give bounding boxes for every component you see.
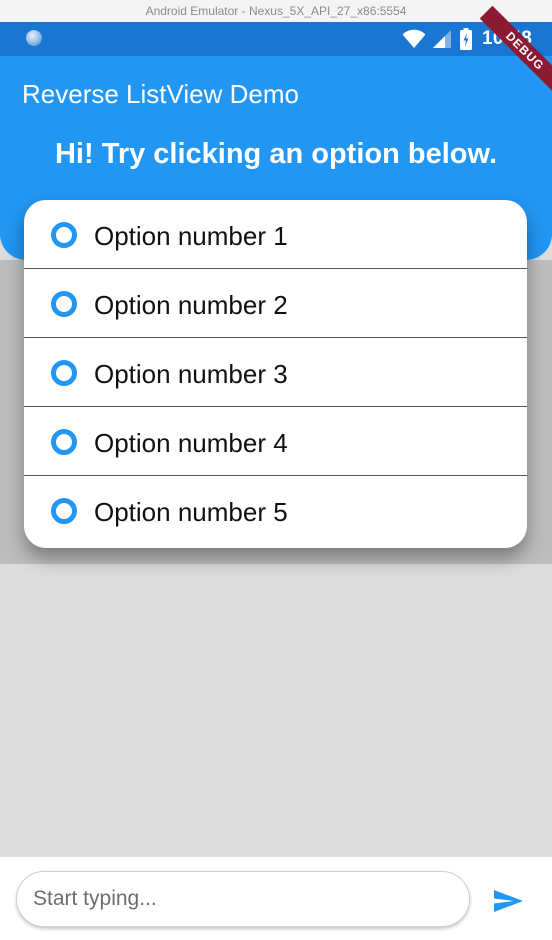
option-label: Option number 3 xyxy=(94,359,288,389)
status-bar: 10:48 xyxy=(0,22,552,56)
message-input[interactable] xyxy=(16,871,470,927)
emulator-title: Android Emulator - Nexus_5X_API_27_x86:5… xyxy=(145,4,407,18)
radio-unchecked-icon[interactable] xyxy=(51,222,77,248)
option-item-4[interactable]: Option number 4 xyxy=(24,407,527,476)
options-list: Option number 1 Option number 2 Option n… xyxy=(24,200,527,548)
option-item-3[interactable]: Option number 3 xyxy=(24,338,527,407)
headline: Hi! Try clicking an option below. xyxy=(54,138,498,170)
radio-unchecked-icon[interactable] xyxy=(51,360,77,386)
battery-icon xyxy=(460,28,472,50)
option-label: Option number 5 xyxy=(94,497,288,527)
emulator-title-bar: Android Emulator - Nexus_5X_API_27_x86:5… xyxy=(0,0,552,23)
radio-unchecked-icon[interactable] xyxy=(51,498,77,524)
send-button[interactable] xyxy=(488,881,528,921)
notification-dot-icon xyxy=(26,30,42,46)
radio-unchecked-icon[interactable] xyxy=(51,429,77,455)
option-label: Option number 4 xyxy=(94,428,288,458)
emulator-window: Android Emulator - Nexus_5X_API_27_x86:5… xyxy=(0,0,552,940)
composer-bar xyxy=(0,856,552,940)
app-title: Reverse ListView Demo xyxy=(22,79,299,109)
wifi-icon xyxy=(402,29,426,49)
option-label: Option number 1 xyxy=(94,221,288,251)
cell-signal-icon xyxy=(432,29,452,49)
option-item-5[interactable]: Option number 5 xyxy=(24,476,527,545)
option-label: Option number 2 xyxy=(94,290,288,320)
option-item-2[interactable]: Option number 2 xyxy=(24,269,527,338)
option-item-1[interactable]: Option number 1 xyxy=(24,200,527,269)
radio-unchecked-icon[interactable] xyxy=(51,291,77,317)
send-icon xyxy=(488,881,528,921)
